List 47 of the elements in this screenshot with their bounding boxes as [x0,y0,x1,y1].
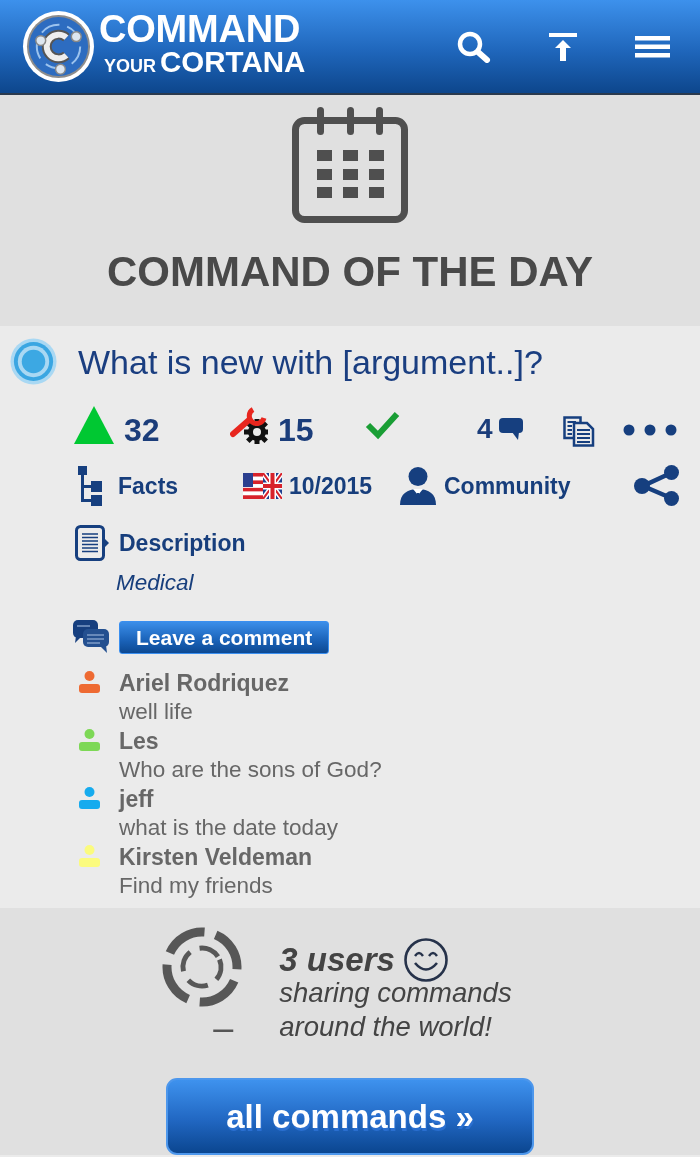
speech-bubble-icon[interactable] [498,418,523,440]
all-commands-button[interactable]: all commands » [166,1078,534,1155]
calendar-icon [292,107,408,223]
date-label: 10/2015 [289,471,373,500]
section-title: COMMAND OF THE DAY [105,248,595,296]
scroll-top-button[interactable] [549,32,577,61]
ring-icon [10,338,57,385]
logo-subtitle: CORTANA [160,44,306,78]
menu-button[interactable] [635,35,670,58]
search-button[interactable] [457,30,491,63]
description-label: Description [119,529,246,557]
description-text: Medical [116,569,195,597]
logo-small-word: YOUR [104,55,156,76]
user-count: 3 users [279,942,395,978]
comment-text: Find my friends [119,871,274,900]
leave-comment-button[interactable]: Leave a comment [119,620,330,654]
tree-icon [78,465,103,506]
commenter-name[interactable]: Les [119,727,382,756]
commenter-name[interactable]: Ariel Rodriquez [119,669,289,698]
tagline: sharing commands around the world! [279,976,512,1044]
flag-icon [243,472,282,499]
comment-text: well life [119,697,194,726]
vote-count: 32 [124,411,160,446]
dash-text: – [213,1013,234,1043]
spinner-icon [162,927,243,1007]
logo-title: COMMAND [99,11,302,46]
commenter-name[interactable]: jeff [119,785,338,814]
commenter-name[interactable]: Kirsten Veldeman [119,843,313,872]
tool-count: 15 [278,411,314,446]
arrow-up-icon [549,32,577,61]
menu-icon [635,35,670,58]
command-title[interactable]: What is new with [argument..]? [78,341,543,382]
comment-text: what is the date today [119,813,338,842]
smiley-icon [403,938,448,982]
copy-icon[interactable] [563,415,595,447]
logo-icon[interactable] [22,10,95,83]
chat-icon [73,620,109,654]
author-label: Community [444,471,571,500]
more-icon[interactable] [623,424,677,436]
comment-text: Who are the sons of God? [119,755,382,784]
document-icon [75,525,109,561]
share-icon[interactable] [634,465,680,506]
comment-count: 4 [477,412,493,443]
category-label: Facts [118,471,179,500]
wrench-gear-icon [230,406,268,444]
search-icon [457,30,491,63]
person-icon [400,466,436,505]
